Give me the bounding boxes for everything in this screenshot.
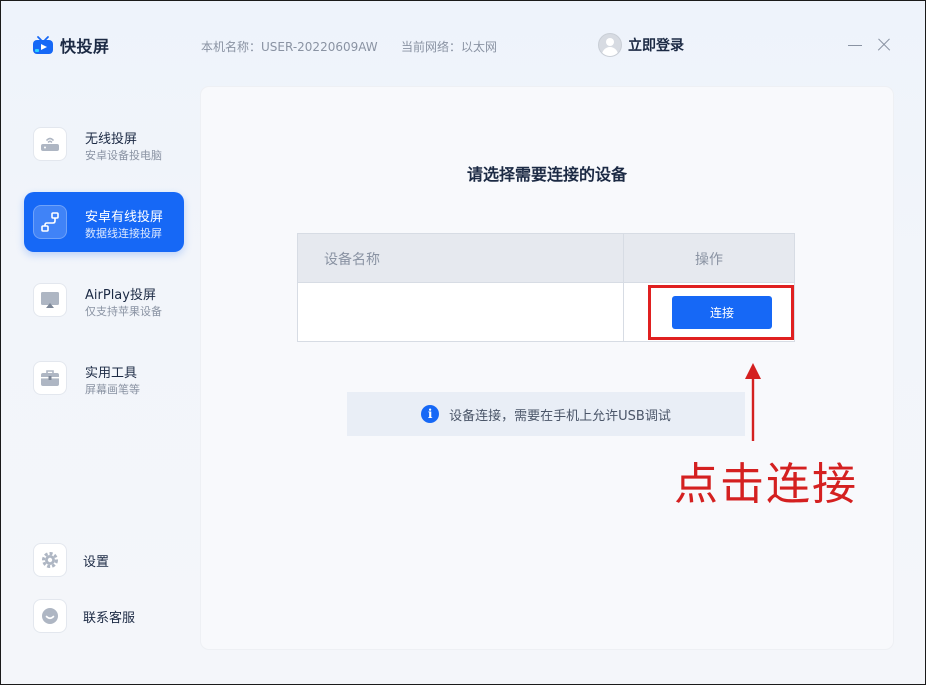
column-header-device-name: 设备名称 [324,252,380,268]
usb-debug-notice: i 设备连接，需要在手机上允许USB调试 [347,392,745,436]
annotation-highlight-box [648,285,794,340]
sidebar-item-settings[interactable]: 设置 [33,543,109,577]
sidebar-item-support[interactable]: 联系客服 [33,599,135,633]
sidebar-item-android-wired[interactable]: 安卓有线投屏 数据线连接投屏 [24,192,184,252]
toolbox-icon [33,361,67,395]
sidebar-item-wireless[interactable]: 无线投屏 安卓设备投电脑 [24,114,184,174]
annotation-text: 点击连接 [674,459,858,510]
close-icon[interactable] [876,37,892,53]
login-button[interactable]: 立即登录 [598,33,684,57]
sidebar-item-subtitle: 仅支持苹果设备 [85,305,162,318]
sidebar-item-title: 实用工具 [85,366,138,381]
avatar-icon [598,33,622,57]
app-name: 快投屏 [60,37,110,56]
router-icon [33,127,67,161]
app-logo: 快投屏 [32,33,110,57]
app-window: 快投屏 本机名称：USER-20220609AW 当前网络：以太网 立即登录 无… [0,0,926,685]
tv-logo-icon [33,36,53,54]
notice-text: 设备连接，需要在手机上允许USB调试 [449,408,671,424]
sidebar-item-tools[interactable]: 实用工具 屏幕画笔等 [24,348,184,408]
sidebar-item-subtitle: 安卓设备投电脑 [85,149,162,162]
table-header: 设备名称 操作 [298,234,794,283]
minimize-icon[interactable] [847,37,863,53]
column-divider [623,234,624,341]
usb-cable-icon [33,205,67,239]
sidebar-item-label: 设置 [83,554,110,570]
gear-icon [33,543,67,577]
sidebar-item-subtitle: 屏幕画笔等 [85,383,140,396]
sidebar-item-airplay[interactable]: AirPlay投屏 仅支持苹果设备 [24,270,184,330]
login-label: 立即登录 [628,38,684,54]
sidebar-item-title: AirPlay投屏 [85,288,156,303]
chat-bubble-icon [33,599,67,633]
sidebar-item-title: 安卓有线投屏 [85,210,164,225]
info-icon: i [421,405,440,423]
main-panel: 请选择需要连接的设备 设备名称 操作 连接 i 设备连接，需要在手机上允许USB… [201,87,893,649]
page-title: 请选择需要连接的设备 [466,165,627,184]
sidebar-item-title: 无线投屏 [85,132,138,147]
sidebar-item-label: 联系客服 [83,610,136,626]
machine-name: 本机名称：USER-20220609AW [201,40,378,54]
column-header-action: 操作 [695,252,723,268]
network-status: 当前网络：以太网 [401,40,498,54]
sidebar-item-subtitle: 数据线连接投屏 [85,227,162,240]
airplay-icon [33,283,67,317]
annotation-arrow-icon [745,363,761,441]
